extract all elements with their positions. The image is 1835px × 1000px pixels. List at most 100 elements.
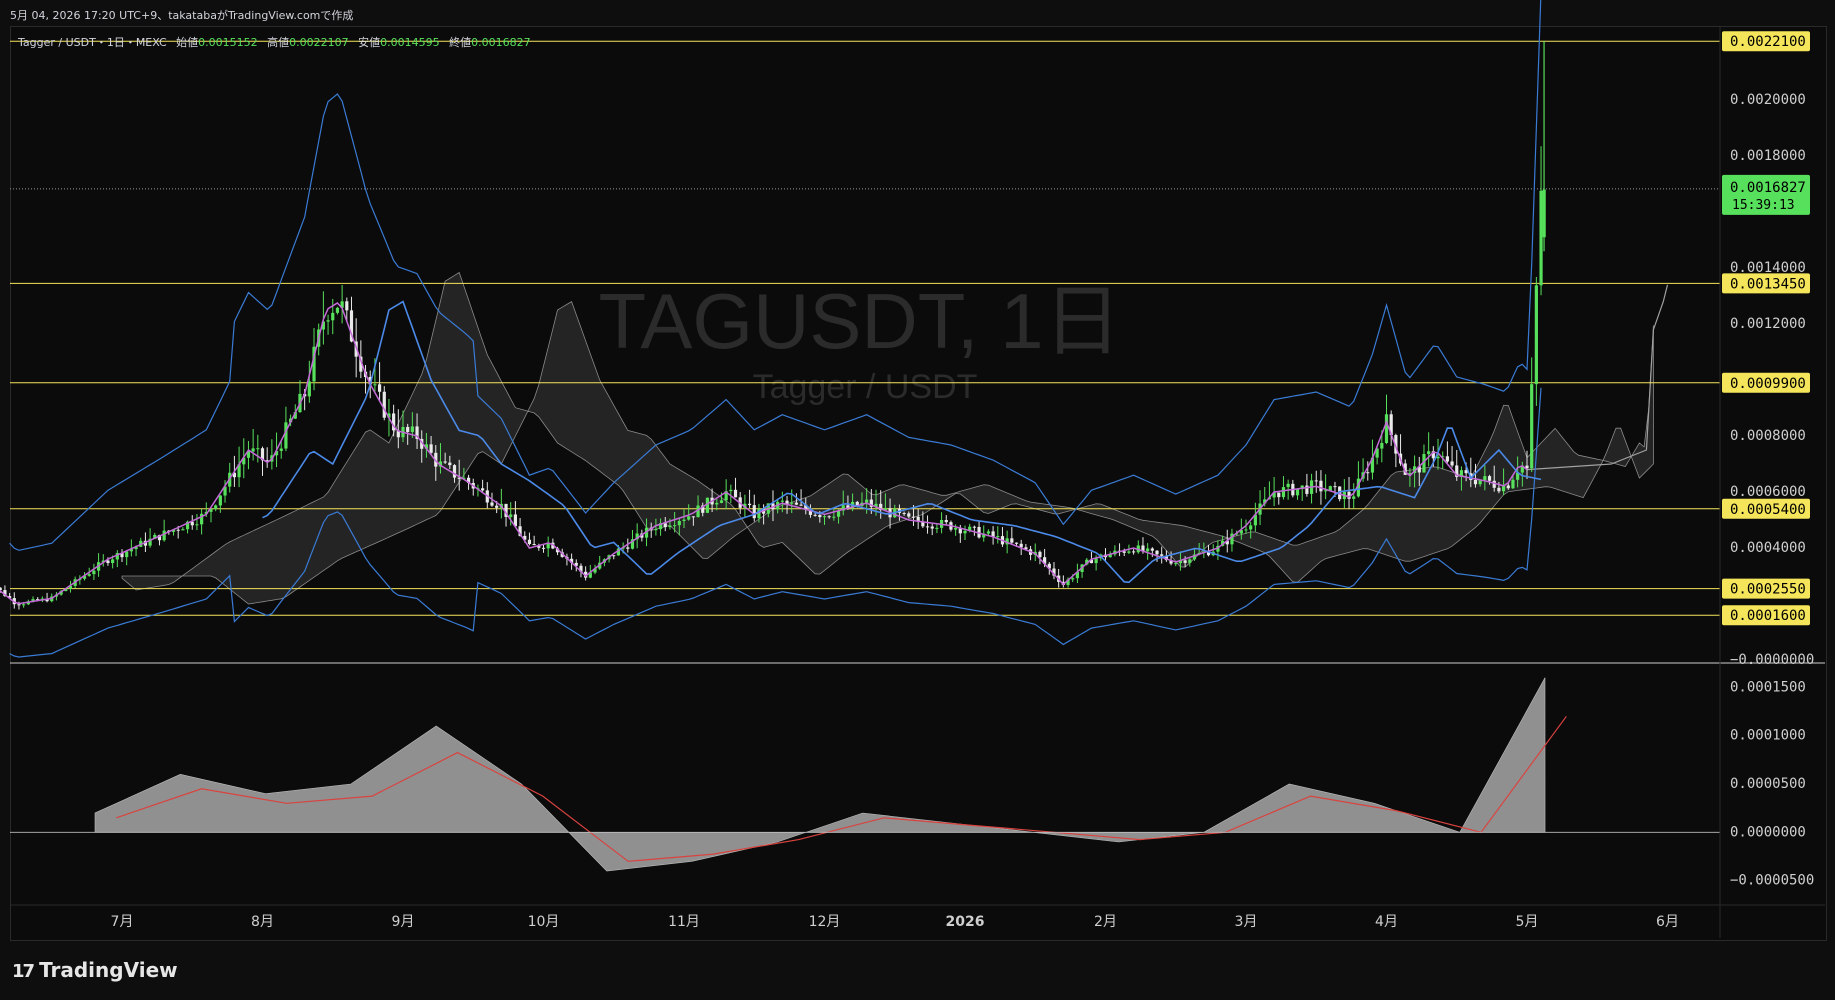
candle-body [963,530,967,534]
candle [1061,575,1065,588]
candle [612,555,616,560]
candle-body [1281,487,1286,498]
candle-body [1174,563,1178,565]
candle [382,386,386,421]
candle [939,512,944,534]
candle [546,536,550,557]
candle [1281,476,1286,500]
candle [260,446,265,476]
candle-body [865,499,869,503]
macd-axis[interactable]: 0.0001500 0.0001000 0.0000500 0.0000000 −0.0… [1730,679,1814,888]
candle [991,526,995,545]
time-tick-label: 4月 [1375,914,1398,930]
candle-body [930,526,934,529]
symbol-legend[interactable]: Tagger / USDT・1日・MEXC 始値0.0015152 高値0.00… [18,34,531,50]
level-tag-label: 0.0022100 [1730,34,1806,50]
candle-body [822,516,827,518]
candle-body [410,426,414,432]
candle [1150,547,1154,557]
candle-body [1328,486,1332,491]
candle-body [373,384,377,386]
candle-body [1249,525,1253,530]
price-tick-label: 0.0006000 [1730,484,1806,500]
candle-body [1366,472,1370,474]
candle-body [326,320,330,322]
price-tick-label: 0.0008000 [1730,428,1806,444]
price-tick-label: 0.0018000 [1730,148,1806,164]
chart-canvas[interactable]: TAGUSDT, 1日 Tagger / USDT 0.0020000 0.001… [0,0,1835,1000]
candle [45,592,49,603]
candle [729,484,733,504]
candle [115,550,119,568]
legend-low-label: 安値 [358,36,381,49]
legend-close: 0.0016827 [471,36,531,49]
candle-body [1010,538,1014,543]
candle [1455,449,1459,481]
time-axis[interactable]: 7月 8月 9月 10月 11月 12月 2026 2月 3月 4月 5月 6月 [111,914,1679,930]
candle-body [176,529,180,531]
candle [1539,146,1543,296]
candle [584,566,588,581]
candle-body [827,516,831,518]
candle-body [87,574,91,576]
tradingview-logo[interactable]: 17 TradingView [12,958,178,982]
candle [270,439,274,470]
time-tick-label: 10月 [528,914,560,930]
candle [335,306,340,315]
candle [1347,476,1351,509]
candle [996,526,1000,544]
candle-body [1160,554,1164,556]
candle-body [794,502,798,505]
time-tick-label: 3月 [1235,914,1258,930]
candle [251,428,255,461]
legend-symbol: Tagger / USDT・1日・MEXC [18,36,167,49]
candle [1389,410,1393,446]
legend-open: 0.0015152 [198,36,258,49]
candle [1230,528,1234,552]
candle-body [1286,483,1290,488]
candle-spike [1542,41,1546,252]
candle-body [691,516,695,518]
candle [1089,551,1094,564]
candle [1295,488,1300,500]
candle-body [907,513,911,517]
candle [1028,545,1033,561]
candle-body [752,505,756,519]
time-tick-label: 12月 [809,914,841,930]
candle [1445,441,1449,464]
candle [481,479,485,492]
candle-body [284,422,288,449]
candle-body [1188,559,1192,563]
candle [1000,527,1005,547]
candle [1309,473,1314,504]
level-tag-3: 0.0005400 [1722,498,1810,519]
candle-body [1277,492,1281,498]
candle [1314,470,1318,493]
candle-body [541,547,546,549]
candle [513,501,517,527]
candle-body [1183,560,1187,563]
candle [246,441,251,470]
candle-body [1150,548,1154,551]
watermark-subtitle: Tagger / USDT [753,368,978,406]
candle-body [1314,480,1318,482]
candle-body [729,489,733,492]
candle-body [626,547,630,549]
candle-body [429,444,433,453]
candle [1010,527,1014,545]
candle-body [1038,551,1042,558]
level-tag-label: 0.0002550 [1730,582,1806,598]
candle-body [818,514,822,518]
legend-high: 0.0022107 [289,36,349,49]
level-tag-label: 0.0013450 [1730,276,1806,292]
candle [326,314,330,335]
candle-body [986,531,991,534]
candle-body [481,488,485,491]
candle-body [111,559,115,564]
level-tag-5: 0.0001600 [1722,605,1810,626]
candle-body [377,384,382,392]
candle [148,528,152,548]
candle-body [1155,550,1159,555]
candle-body [1445,456,1449,462]
candle-body [1473,479,1478,485]
